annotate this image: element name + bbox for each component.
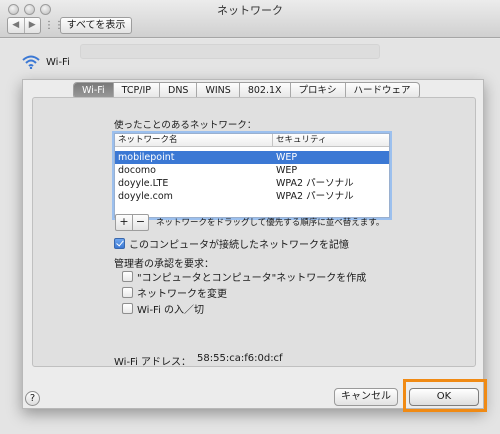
tab-hardware[interactable]: ハードウェア: [344, 83, 419, 98]
checkbox-icon[interactable]: [122, 287, 133, 298]
require-admin-change-network-checkbox[interactable]: ネットワークを変更: [122, 285, 227, 300]
service-header: Wi-Fi: [22, 55, 70, 69]
table-row[interactable]: doyyle.com WPA2 パーソナル: [115, 190, 389, 203]
ok-button[interactable]: OK: [409, 388, 479, 406]
checkbox-icon[interactable]: [122, 271, 133, 282]
tab-wifi[interactable]: Wi-Fi: [74, 83, 113, 98]
column-network-name[interactable]: ネットワーク名: [115, 134, 273, 146]
network-name-cell: docomo: [118, 165, 156, 176]
checkbox-icon[interactable]: [122, 303, 133, 314]
cancel-button[interactable]: キャンセル: [334, 388, 398, 406]
help-button[interactable]: ?: [25, 391, 40, 406]
wifi-icon: [22, 55, 40, 69]
tab-tcpip[interactable]: TCP/IP: [112, 83, 159, 98]
wifi-address-value: 58:55:ca:f6:0d:cf: [197, 353, 283, 364]
require-admin-create-network-checkbox[interactable]: "コンピュータとコンピュータ"ネットワークを作成: [122, 269, 366, 284]
forward-button[interactable]: ▶: [23, 18, 41, 33]
table-row[interactable]: mobilepoint WEP: [115, 151, 389, 164]
add-network-button[interactable]: +: [116, 215, 132, 230]
admin-approval-label: 管理者の承認を要求：: [114, 259, 214, 270]
remember-networks-checkbox[interactable]: このコンピュータが接続したネットワークを記憶: [114, 236, 349, 251]
wifi-toggle-label: Wi-Fi の入／切: [137, 305, 205, 316]
add-remove-buttons: + −: [115, 214, 149, 231]
network-name-cell: doyyle.com: [118, 191, 173, 202]
table-row[interactable]: docomo WEP: [115, 164, 389, 177]
checkbox-checked-icon[interactable]: [114, 238, 125, 249]
security-cell: WEP: [276, 165, 298, 176]
security-cell: WEP: [276, 152, 298, 163]
known-networks-table[interactable]: ネットワーク名 セキュリティ mobilepoint WEP docomo WE…: [114, 133, 390, 218]
security-cell: WPA2 パーソナル: [276, 178, 354, 189]
show-all-button[interactable]: すべてを表示: [60, 17, 132, 34]
tab-wins[interactable]: WINS: [196, 83, 238, 98]
create-network-label: "コンピュータとコンピュータ"ネットワークを作成: [137, 273, 367, 284]
back-forward-buttons: ◀ ▶: [7, 17, 41, 34]
title-bar: ネットワーク ◀ ▶ ⋮⋮ すべてを表示: [0, 0, 500, 38]
tab-8021x[interactable]: 802.1X: [238, 83, 290, 98]
wifi-address-row: Wi-Fi アドレス： 58:55:ca:f6:0d:cf: [114, 353, 283, 368]
require-admin-wifi-toggle-checkbox[interactable]: Wi-Fi の入／切: [122, 301, 204, 316]
known-networks-label: 使ったことのあるネットワーク：: [114, 120, 257, 131]
remember-networks-label: このコンピュータが接続したネットワークを記憶: [129, 240, 349, 251]
tab-dns[interactable]: DNS: [159, 83, 196, 98]
network-name-cell: mobilepoint: [118, 152, 175, 163]
tab-proxy[interactable]: プロキシ: [289, 83, 345, 98]
service-name: Wi-Fi: [46, 56, 70, 68]
security-cell: WPA2 パーソナル: [276, 191, 354, 202]
table-header: ネットワーク名 セキュリティ: [115, 134, 389, 147]
back-button[interactable]: ◀: [8, 18, 24, 33]
column-security[interactable]: セキュリティ: [273, 134, 327, 146]
wifi-address-label: Wi-Fi アドレス：: [114, 357, 192, 368]
window-title: ネットワーク: [217, 4, 283, 17]
drag-order-hint: ネットワークをドラッグして優先する順序に並べ替えます。: [156, 218, 385, 228]
grid-icon[interactable]: ⋮⋮: [44, 17, 64, 34]
remove-network-button[interactable]: −: [132, 215, 148, 230]
table-row[interactable]: doyyle.LTE WPA2 パーソナル: [115, 177, 389, 190]
location-selector-ghost: [80, 44, 380, 59]
network-name-cell: doyyle.LTE: [118, 178, 169, 189]
change-network-label: ネットワークを変更: [137, 289, 227, 300]
